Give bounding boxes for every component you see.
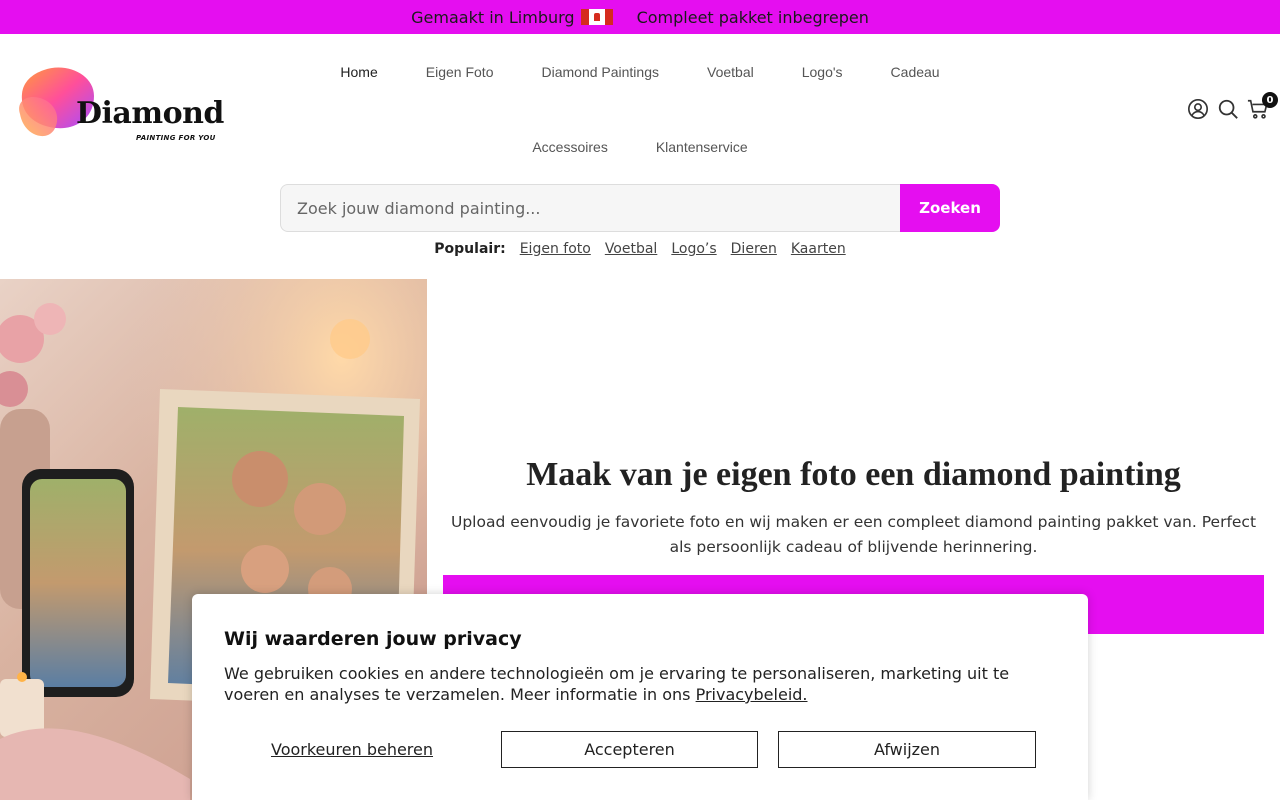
- site-logo[interactable]: Diamond PAINTING FOR YOU: [14, 64, 224, 146]
- nav-item-diamond-paintings[interactable]: Diamond Paintings: [517, 60, 683, 85]
- popular-link-eigen-foto[interactable]: Eigen foto: [520, 241, 591, 257]
- announcement-left-text: Gemaakt in Limburg: [411, 7, 575, 27]
- cookie-banner: Wij waarderen jouw privacy We gebruiken …: [192, 594, 1088, 800]
- nav-item-eigen-foto[interactable]: Eigen Foto: [402, 60, 518, 85]
- cookie-body: We gebruiken cookies en andere technolog…: [224, 663, 1064, 705]
- nav-item-cadeau[interactable]: Cadeau: [867, 60, 964, 85]
- popular-label: Populair:: [434, 241, 506, 257]
- header-icons: 0: [1186, 92, 1278, 122]
- popular-link-logos[interactable]: Logo’s: [671, 241, 716, 257]
- privacy-policy-link[interactable]: Privacybeleid.: [696, 685, 808, 704]
- cart-button[interactable]: 0: [1246, 92, 1278, 122]
- search-input[interactable]: [280, 184, 900, 232]
- account-button[interactable]: [1186, 96, 1210, 122]
- announcement-bar: Gemaakt in Limburg Compleet pakket inbeg…: [0, 0, 1280, 34]
- logo-wordmark: Diamond: [76, 96, 224, 131]
- cart-count-badge: 0: [1262, 92, 1278, 108]
- hero-title: Maak van je eigen foto een diamond paint…: [526, 456, 1181, 493]
- canada-flag-icon: [580, 9, 613, 25]
- nav-item-logos[interactable]: Logo's: [778, 60, 867, 85]
- cookie-title: Wij waarderen jouw privacy: [224, 628, 522, 650]
- announcement-right-text: Compleet pakket inbegrepen: [636, 7, 869, 27]
- user-circle-icon: [1188, 99, 1208, 119]
- nav-item-voetbal[interactable]: Voetbal: [683, 60, 778, 85]
- reject-cookies-button[interactable]: Afwijzen: [778, 731, 1036, 768]
- nav-item-klantenservice[interactable]: Klantenservice: [632, 135, 772, 160]
- hero-description: Upload eenvoudig je favoriete foto en wi…: [450, 513, 1257, 556]
- popular-link-dieren[interactable]: Dieren: [731, 241, 777, 257]
- popular-link-kaarten[interactable]: Kaarten: [791, 241, 846, 257]
- manage-preferences-button[interactable]: Voorkeuren beheren: [224, 731, 480, 768]
- accept-cookies-button[interactable]: Accepteren: [501, 731, 758, 768]
- search-submit-button[interactable]: Zoeken: [900, 184, 1000, 232]
- hero-text: Maak van je eigen foto een diamond paint…: [443, 456, 1264, 560]
- nav-item-home[interactable]: Home: [316, 60, 401, 85]
- logo-tagline: PAINTING FOR YOU: [136, 134, 216, 142]
- popular-link-voetbal[interactable]: Voetbal: [605, 241, 658, 257]
- nav-item-accessoires[interactable]: Accessoires: [508, 135, 631, 160]
- search-icon: [1218, 99, 1238, 119]
- search-button[interactable]: [1216, 96, 1240, 122]
- search-bar: Zoeken: [280, 184, 1000, 232]
- popular-links: Populair: Eigen foto Voetbal Logo’s Dier…: [0, 241, 1280, 257]
- announcement-left: Gemaakt in Limburg: [411, 7, 613, 27]
- cookie-body-text: We gebruiken cookies en andere technolog…: [224, 664, 1010, 704]
